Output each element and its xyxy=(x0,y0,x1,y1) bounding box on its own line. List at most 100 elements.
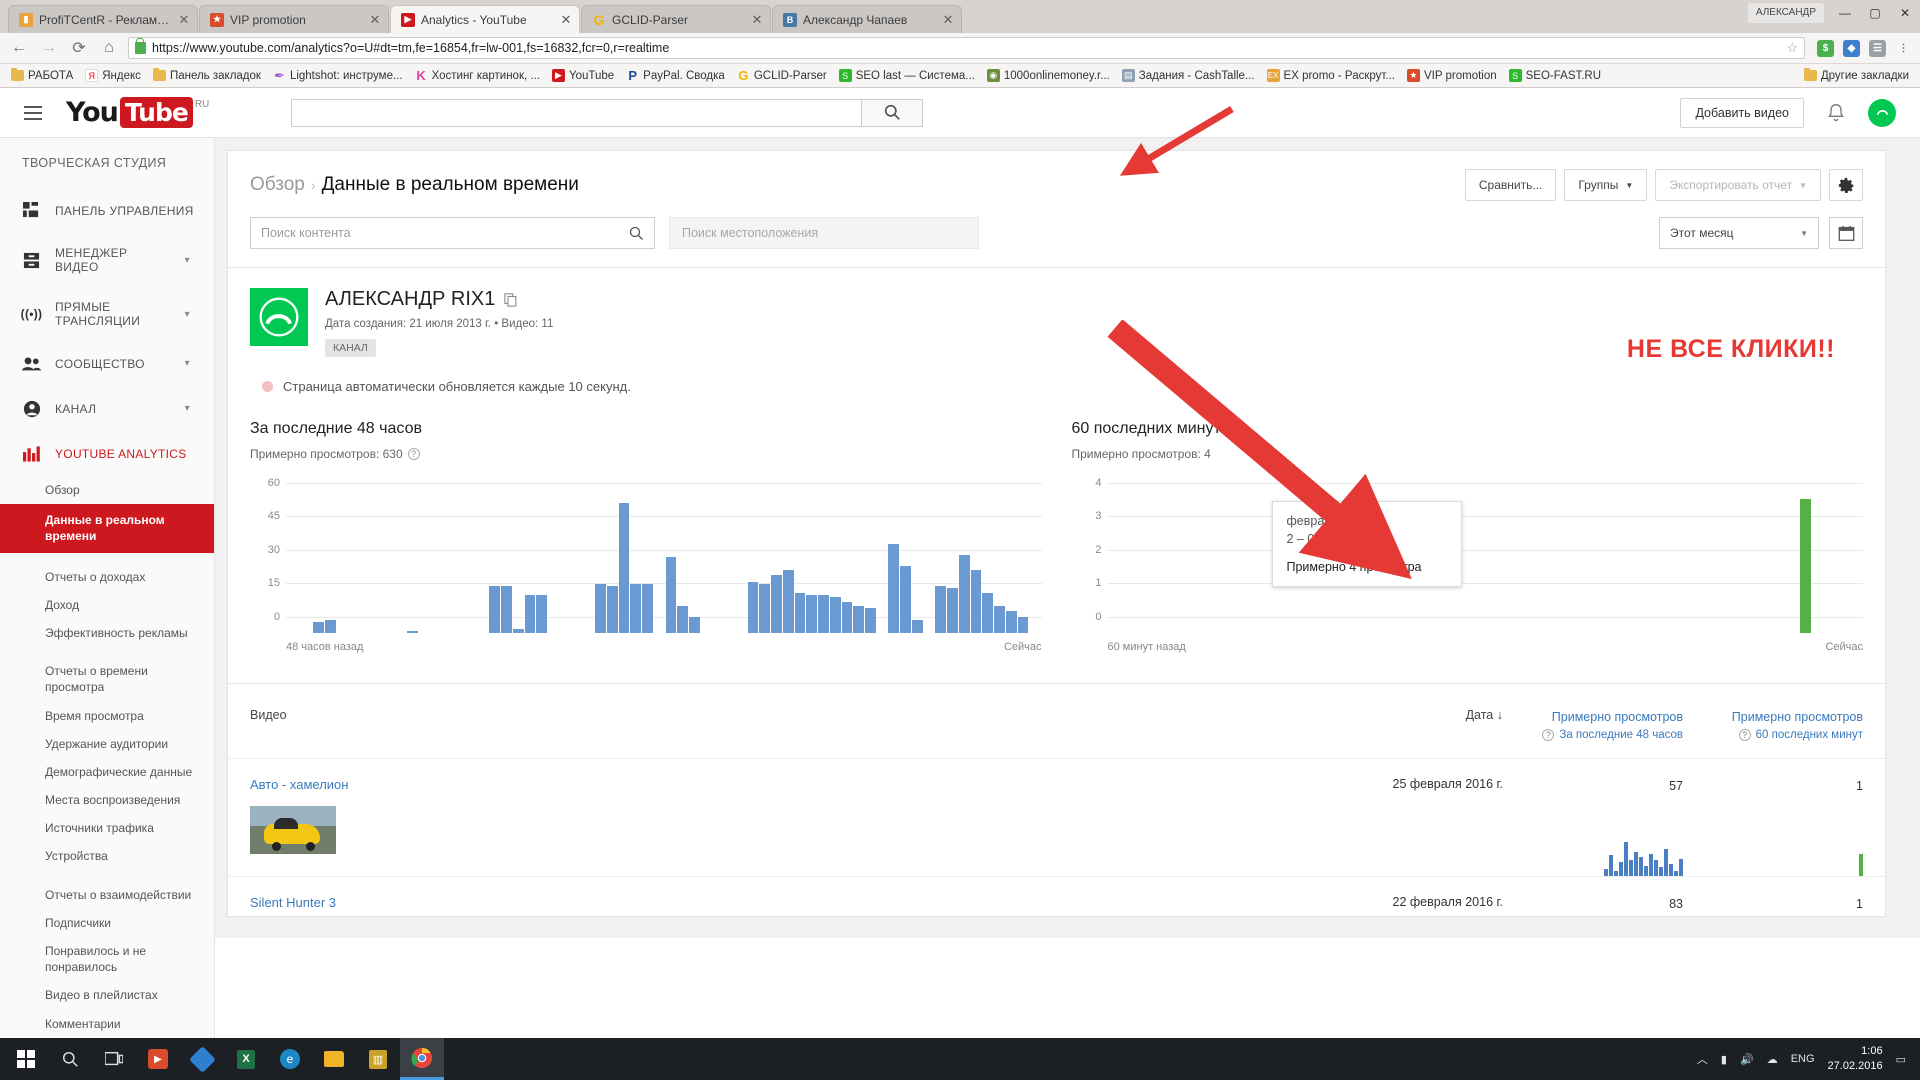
bookmark-item[interactable]: EX EX promo - Раскрут... xyxy=(1262,67,1400,84)
sidebar-item-live[interactable]: ((•)) ПРЯМЫЕ ТРАНСЛЯЦИИ ▾ xyxy=(0,287,214,341)
calendar-button[interactable] xyxy=(1829,217,1863,249)
avatar[interactable] xyxy=(1868,98,1896,127)
extension-green-icon[interactable]: $ xyxy=(1817,39,1834,57)
search-icon[interactable] xyxy=(48,1038,92,1080)
chevron-down-icon[interactable]: ▾ xyxy=(185,358,190,369)
account-name[interactable]: АЛЕКСАНДР xyxy=(1747,3,1824,23)
forward-icon[interactable]: → xyxy=(38,37,60,59)
browser-tab[interactable]: G GCLID-Parser ✕ xyxy=(581,5,771,33)
bookmark-item[interactable]: Я Яндекс xyxy=(80,67,146,84)
search-input[interactable] xyxy=(291,98,862,127)
edge-icon[interactable]: e xyxy=(268,1038,312,1080)
sidebar-subitem-engagement-reports[interactable]: Отчеты о взаимодействии xyxy=(0,881,214,909)
sidebar-subitem-playback-locations[interactable]: Места воспроизведения xyxy=(0,786,214,814)
sidebar-subitem-revenue-reports[interactable]: Отчеты о доходах xyxy=(0,563,214,591)
sidebar-subitem-overview[interactable]: Обзор xyxy=(0,476,214,504)
sidebar-subitem-demographics[interactable]: Демографические данные xyxy=(0,758,214,786)
chevron-down-icon[interactable]: ▾ xyxy=(185,309,190,320)
youtube-logo[interactable]: You Tube RU xyxy=(66,97,209,128)
bookmark-item[interactable]: Панель закладок xyxy=(148,68,266,84)
video-thumbnail[interactable] xyxy=(250,806,336,854)
groups-button[interactable]: Группы ▼ xyxy=(1564,169,1648,201)
period-select[interactable]: Этот месяц ▼ xyxy=(1659,217,1819,249)
start-icon[interactable] xyxy=(4,1038,48,1080)
volume-icon[interactable]: 🔊 xyxy=(1740,1053,1754,1066)
bookmark-item[interactable]: G GCLID-Parser xyxy=(732,67,832,84)
dropbox-icon[interactable] xyxy=(180,1038,224,1080)
compare-button[interactable]: Сравнить... xyxy=(1464,169,1557,201)
sidebar-subitem-comments[interactable]: Комментарии xyxy=(0,1010,214,1038)
close-icon[interactable]: ✕ xyxy=(177,13,191,26)
bookmark-star-icon[interactable]: ☆ xyxy=(1786,40,1798,56)
browser-tab[interactable]: ★ VIP promotion ✕ xyxy=(199,5,389,33)
extension-gray-icon[interactable]: ☰ xyxy=(1869,39,1886,57)
sidebar-item-youtube-analytics[interactable]: YOUTUBE ANALYTICS xyxy=(0,431,214,476)
bookmark-item[interactable]: ★ VIP promotion xyxy=(1402,67,1502,84)
sidebar-subitem-revenue[interactable]: Доход xyxy=(0,591,214,619)
sidebar-subitem-watchtime[interactable]: Время просмотра xyxy=(0,702,214,730)
sidebar-subitem-watchtime-reports[interactable]: Отчеты о времени просмотра xyxy=(0,657,214,701)
copy-icon[interactable] xyxy=(504,292,518,307)
close-icon[interactable]: ✕ xyxy=(941,13,955,26)
other-bookmarks-button[interactable]: Другие закладки xyxy=(1799,68,1914,84)
content-search-field[interactable] xyxy=(250,217,655,249)
close-icon[interactable]: ✕ xyxy=(559,13,573,26)
bell-icon[interactable] xyxy=(1826,103,1846,123)
sidebar-subitem-devices[interactable]: Устройства xyxy=(0,842,214,870)
bookmark-item[interactable]: ✒ Lightshot: инструме... xyxy=(268,67,408,84)
table-row[interactable]: Silent Hunter 3 22 февраля 2016 г. 83 1 xyxy=(228,875,1885,916)
search-button[interactable] xyxy=(861,98,924,127)
search-icon[interactable] xyxy=(629,226,644,241)
close-icon[interactable]: ✕ xyxy=(368,13,382,26)
sidebar-subitem-likes-dislikes[interactable]: Понравилось и не понравилось xyxy=(0,937,214,981)
help-icon[interactable]: ? xyxy=(1738,729,1751,742)
table-row[interactable]: Авто - хамелион 25 февраля 2016 г. 57 1 xyxy=(228,758,1885,876)
minimize-button[interactable]: — xyxy=(1830,1,1860,25)
maximize-button[interactable]: ▢ xyxy=(1860,1,1890,25)
sidebar-item-community[interactable]: СООБЩЕСТВО ▾ xyxy=(0,341,214,386)
sidebar-item-channel[interactable]: КАНАЛ ▾ xyxy=(0,386,214,431)
onedrive-icon[interactable]: ☁ xyxy=(1767,1053,1778,1066)
add-video-button[interactable]: Добавить видео xyxy=(1680,97,1804,128)
close-icon[interactable]: ✕ xyxy=(750,13,764,26)
browser-tab-active[interactable]: ▶ Analytics - YouTube ✕ xyxy=(390,5,580,33)
address-bar[interactable]: https://www.youtube.com/analytics?o=U#dt… xyxy=(128,37,1805,59)
media-icon[interactable]: ▶ xyxy=(136,1038,180,1080)
reload-icon[interactable]: ⟳ xyxy=(68,37,90,59)
sidebar-subitem-subscribers[interactable]: Подписчики xyxy=(0,909,214,937)
chrome-icon[interactable] xyxy=(400,1038,444,1080)
sidebar-item-dashboard[interactable]: ПАНЕЛЬ УПРАВЛЕНИЯ xyxy=(0,188,214,233)
store-icon[interactable]: ▥ xyxy=(356,1038,400,1080)
bookmark-item[interactable]: S SEO-FAST.RU xyxy=(1504,67,1606,84)
bookmark-item[interactable]: ▶ YouTube xyxy=(547,67,619,84)
chrome-menu-icon[interactable]: ⋮ xyxy=(1895,40,1912,57)
export-report-button[interactable]: Экспортировать отчет ▼ xyxy=(1655,169,1821,201)
excel-icon[interactable]: X xyxy=(224,1038,268,1080)
language-indicator[interactable]: ENG xyxy=(1791,1053,1815,1065)
network-icon[interactable]: ▮ xyxy=(1721,1053,1727,1066)
sidebar-subitem-videos-in-playlists[interactable]: Видео в плейлистах xyxy=(0,981,214,1009)
bookmark-item[interactable]: S SEO last — Система... xyxy=(834,67,980,84)
extension-blue-icon[interactable]: ◆ xyxy=(1843,39,1860,57)
video-title-link[interactable]: Silent Hunter 3 xyxy=(250,895,1293,910)
close-window-button[interactable]: ✕ xyxy=(1890,1,1920,25)
bookmark-item[interactable]: РАБОТА xyxy=(6,68,78,84)
bookmark-item[interactable]: P PayPal. Сводка xyxy=(621,67,730,84)
col-header-views-60m[interactable]: Примерно просмотров ? 60 последних минут xyxy=(1683,708,1863,744)
clock[interactable]: 1:06 27.02.2016 xyxy=(1828,1044,1883,1074)
col-header-views-48h[interactable]: Примерно просмотров ? За последние 48 час… xyxy=(1503,708,1683,744)
sidebar-subitem-retention[interactable]: Удержание аудитории xyxy=(0,730,214,758)
browser-tab[interactable]: В Александр Чапаев ✕ xyxy=(772,5,962,33)
hamburger-menu-icon[interactable] xyxy=(24,101,50,125)
chevron-down-icon[interactable]: ▾ xyxy=(185,255,190,266)
back-icon[interactable]: ← xyxy=(8,37,30,59)
chevron-down-icon[interactable]: ▾ xyxy=(185,403,190,414)
home-icon[interactable]: ⌂ xyxy=(98,37,120,59)
explorer-icon[interactable] xyxy=(312,1038,356,1080)
bookmark-item[interactable]: ▤ Задания - CashTalle... xyxy=(1117,67,1260,84)
settings-button[interactable] xyxy=(1829,169,1863,201)
help-icon[interactable]: ? xyxy=(1542,729,1555,742)
sidebar-subitem-realtime[interactable]: Данные в реальном времени xyxy=(0,504,214,553)
help-icon[interactable]: ? xyxy=(407,448,420,460)
sidebar-item-video-manager[interactable]: МЕНЕДЖЕР ВИДЕО ▾ xyxy=(0,233,214,287)
